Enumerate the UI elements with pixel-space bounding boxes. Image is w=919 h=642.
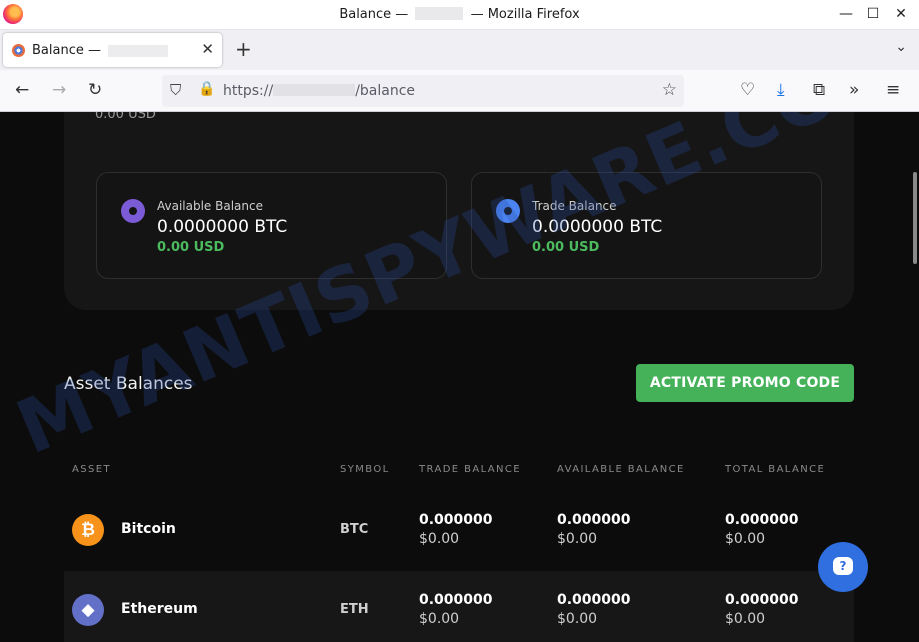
balance-usd: 0.00 USD: [157, 240, 225, 255]
available-balance-usd: $0.00: [557, 531, 598, 547]
forward-button[interactable]: →: [52, 80, 66, 100]
table-row[interactable]: ₿ Bitcoin BTC 0.000000 $0.00 0.000000 $0…: [64, 491, 854, 569]
radio-dot-icon: [496, 199, 520, 223]
available-balance-usd: $0.00: [557, 611, 598, 627]
page-content: 0.00 USD Available Balance 0.0000000 BTC…: [0, 112, 919, 642]
pocket-icon[interactable]: ♡: [740, 80, 755, 100]
asset-name: Ethereum: [121, 601, 198, 617]
bitcoin-icon: ₿: [72, 514, 104, 546]
trade-balance-value: 0.000000: [419, 592, 493, 608]
table-row[interactable]: ◆ Ethereum ETH 0.000000 $0.00 0.000000 $…: [64, 571, 854, 642]
url-path: /balance: [355, 83, 416, 99]
tab-close-icon[interactable]: ✕: [201, 40, 214, 58]
url-prefix: https://: [223, 83, 274, 99]
total-balance-usd: $0.00: [725, 611, 766, 627]
total-balance-usd: $0.00: [725, 531, 766, 547]
tab-strip: Balance — ✕ + ⌄: [0, 30, 919, 70]
balance-label: Available Balance: [157, 199, 263, 213]
lock-icon[interactable]: 🔒: [198, 81, 215, 97]
total-usd-value: 0.00 USD: [95, 112, 156, 122]
redacted-block: [415, 7, 464, 20]
url-text[interactable]: https:// /balance: [223, 83, 415, 99]
column-header-symbol: SYMBOL: [340, 464, 390, 475]
available-balance-value: 0.000000: [557, 512, 631, 528]
tab-label: Balance —: [32, 43, 101, 58]
list-all-tabs-button[interactable]: ⌄: [895, 39, 907, 55]
minimize-button[interactable]: —: [833, 3, 859, 25]
close-window-button[interactable]: ✕: [888, 3, 914, 25]
chat-question-icon: ?: [833, 557, 853, 575]
downloads-icon[interactable]: ⤓: [777, 80, 785, 100]
window-title-prefix: Balance —: [339, 7, 409, 22]
available-balance-card: Available Balance 0.0000000 BTC 0.00 USD: [96, 172, 447, 279]
asset-symbol: ETH: [340, 602, 369, 617]
column-header-asset: ASSET: [72, 464, 111, 475]
url-bar[interactable]: ⛉ 🔒 https:// /balance ☆: [162, 75, 684, 107]
available-balance-value: 0.000000: [557, 592, 631, 608]
total-balance-value: 0.000000: [725, 512, 799, 528]
asset-symbol: BTC: [340, 522, 369, 537]
navigation-toolbar: ← → ↻ ⛉ 🔒 https:// /balance ☆ ♡ ⤓ ⧉ » ≡: [0, 70, 919, 112]
radio-dot-icon: [121, 199, 145, 223]
window-title-suffix: — Mozilla Firefox: [470, 7, 580, 22]
tab-balance[interactable]: Balance — ✕: [3, 33, 222, 67]
redacted-block: [273, 84, 356, 96]
overflow-menu-icon[interactable]: »: [849, 80, 859, 100]
balance-usd: 0.00 USD: [532, 240, 600, 255]
tracking-protection-shield-icon[interactable]: ⛉: [170, 81, 181, 99]
balance-value: 0.0000000 BTC: [532, 217, 663, 237]
trade-balance-usd: $0.00: [419, 611, 460, 627]
redacted-block: [108, 45, 168, 57]
column-header-total-balance: TOTAL BALANCE: [725, 464, 826, 475]
maximize-button[interactable]: ☐: [860, 3, 886, 25]
column-header-available-balance: AVAILABLE BALANCE: [557, 464, 685, 475]
total-balance-value: 0.000000: [725, 592, 799, 608]
asset-name: Bitcoin: [121, 521, 176, 537]
window-title: Balance — — Mozilla Firefox: [0, 7, 919, 22]
new-tab-button[interactable]: +: [235, 37, 252, 61]
page-scrollbar[interactable]: [913, 172, 917, 264]
bookmark-star-icon[interactable]: ☆: [662, 80, 677, 100]
site-favicon-icon: [12, 44, 25, 57]
support-chat-button[interactable]: ?: [818, 542, 868, 592]
back-button[interactable]: ←: [15, 80, 29, 100]
hamburger-menu-icon[interactable]: ≡: [886, 80, 900, 100]
window-titlebar: Balance — — Mozilla Firefox — ☐ ✕: [0, 0, 919, 30]
trade-balance-value: 0.000000: [419, 512, 493, 528]
section-title: Asset Balances: [64, 374, 193, 394]
extensions-icon[interactable]: ⧉: [813, 80, 825, 100]
reload-button[interactable]: ↻: [88, 80, 102, 100]
column-header-trade-balance: TRADE BALANCE: [419, 464, 522, 475]
trade-balance-usd: $0.00: [419, 531, 460, 547]
balance-value: 0.0000000 BTC: [157, 217, 288, 237]
ethereum-icon: ◆: [72, 594, 104, 626]
activate-promo-code-button[interactable]: ACTIVATE PROMO CODE: [636, 364, 854, 402]
balance-label: Trade Balance: [532, 199, 617, 213]
trade-balance-card: Trade Balance 0.0000000 BTC 0.00 USD: [471, 172, 822, 279]
